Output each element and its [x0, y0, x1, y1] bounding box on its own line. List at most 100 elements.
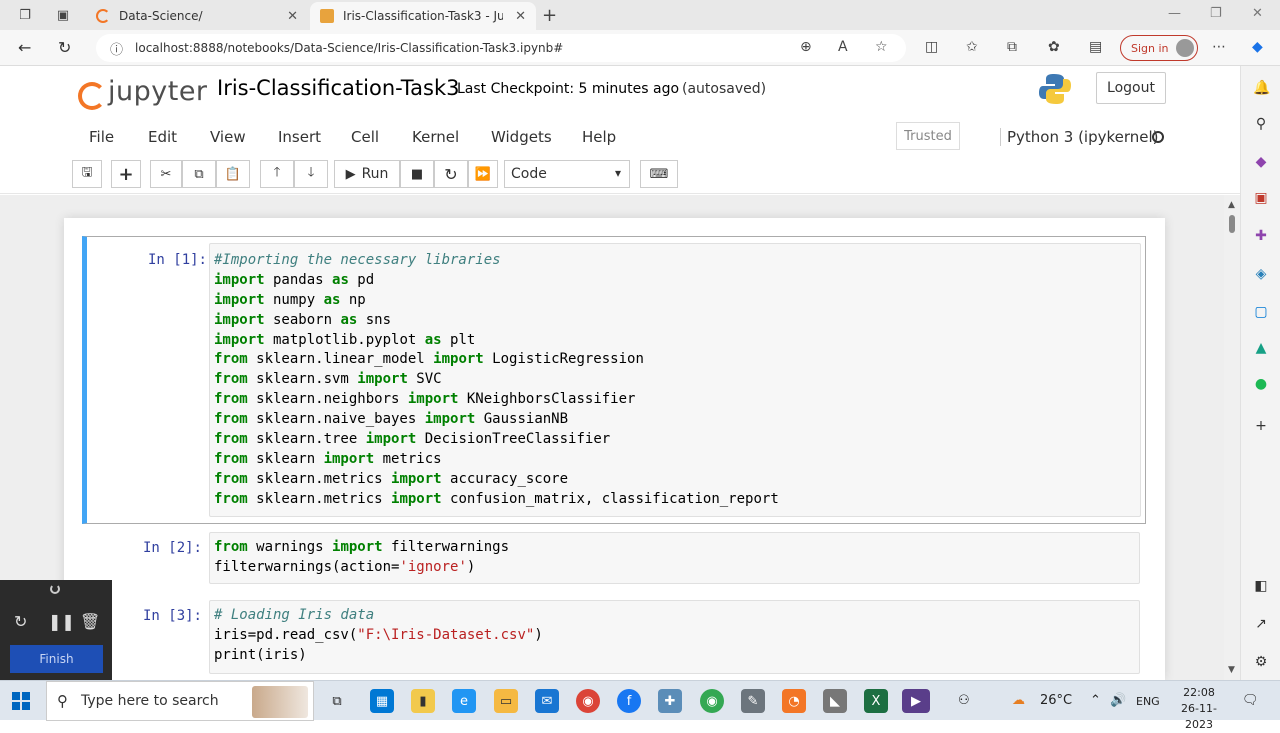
browser-essentials-icon[interactable]: ▤ — [1089, 39, 1102, 55]
code-cell-2[interactable]: In [2]: from warnings import filterwarni… — [82, 530, 1146, 586]
save-icon[interactable]: 🖫 — [72, 160, 102, 188]
minimize-icon[interactable]: — — [1168, 6, 1181, 21]
scroll-thumb[interactable] — [1229, 215, 1235, 233]
logout-button[interactable]: Logout — [1096, 72, 1166, 104]
more-options-icon[interactable]: ⋯ — [1212, 39, 1226, 55]
trash-icon[interactable]: 🗑 — [80, 612, 100, 631]
pause-icon[interactable]: ❚❚ — [48, 612, 75, 631]
page-scrollbar[interactable]: ▲ ▼ — [1224, 195, 1240, 680]
menu-file[interactable]: File — [89, 128, 114, 146]
jupyter-logo[interactable]: jupyter — [76, 74, 208, 110]
hide-sidebar-icon[interactable]: ◧ — [1253, 578, 1269, 594]
close-tab-icon[interactable]: ✕ — [515, 9, 526, 24]
move-up-icon[interactable]: 🡑 — [260, 160, 294, 188]
temperature-text[interactable]: 26°C — [1040, 693, 1072, 708]
scroll-up-icon[interactable]: ▲ — [1228, 200, 1235, 210]
collections-icon[interactable]: ⧉ — [1007, 39, 1017, 55]
paint-icon[interactable]: ✎ — [741, 689, 765, 713]
menu-view[interactable]: View — [210, 128, 246, 146]
move-down-icon[interactable]: 🡓 — [294, 160, 328, 188]
cell-input[interactable]: #Importing the necessary libraries import… — [209, 243, 1141, 517]
trusted-indicator[interactable]: Trusted — [896, 122, 960, 150]
search-icon[interactable]: ⚲ — [1253, 116, 1269, 132]
menu-insert[interactable]: Insert — [278, 128, 321, 146]
browser-tab-data-science[interactable]: Data-Science/ ✕ — [86, 2, 308, 30]
close-window-icon[interactable]: ✕ — [1252, 6, 1263, 21]
menu-kernel[interactable]: Kernel — [412, 128, 459, 146]
facebook-icon[interactable]: f — [617, 689, 641, 713]
copilot-icon[interactable]: ◆ — [1252, 39, 1263, 55]
file-explorer-icon[interactable]: ▭ — [494, 689, 518, 713]
tray-chevron-up-icon[interactable]: ⌃ — [1090, 693, 1101, 708]
excel-icon[interactable]: X — [864, 689, 888, 713]
chrome-profile-icon[interactable]: ◉ — [700, 689, 724, 713]
close-tab-icon[interactable]: ✕ — [287, 9, 298, 24]
site-info-icon[interactable]: ⓘ — [110, 39, 123, 58]
games-icon[interactable]: ✚ — [1253, 228, 1269, 244]
notebook-title[interactable]: Iris-Classification-Task3 — [217, 76, 459, 100]
back-icon[interactable]: ← — [18, 38, 31, 57]
bell-icon[interactable]: 🔔 — [1253, 80, 1270, 96]
menu-widgets[interactable]: Widgets — [491, 128, 552, 146]
task-view-icon[interactable]: ⧉ — [325, 689, 349, 713]
read-aloud-icon[interactable]: A — [838, 39, 848, 55]
favorites-icon[interactable]: ✩ — [966, 39, 978, 55]
new-tab-icon[interactable]: + — [542, 5, 557, 26]
spotify-icon[interactable]: ● — [1253, 376, 1269, 392]
copy-icon[interactable]: ⧉ — [182, 160, 216, 188]
edge-icon[interactable]: e — [452, 689, 476, 713]
speaker-icon[interactable]: 🔊 — [1110, 693, 1126, 708]
jupyter-taskbar-icon[interactable]: ◔ — [782, 689, 806, 713]
maximize-icon[interactable]: ❐ — [1210, 6, 1222, 21]
restart-icon[interactable]: ↻ — [434, 160, 468, 188]
restart-run-all-icon[interactable]: ⏩ — [468, 160, 498, 188]
settings-gear-icon[interactable]: ⚙ — [1253, 654, 1269, 670]
keyboard-shortcuts-icon[interactable]: ⌨ — [640, 160, 678, 188]
tab-actions-icon[interactable]: ▣ — [52, 4, 74, 26]
chrome-icon[interactable]: ◉ — [576, 689, 600, 713]
insert-cell-icon[interactable]: + — [111, 160, 141, 188]
people-icon[interactable]: ⚇ — [958, 693, 970, 708]
menu-help[interactable]: Help — [582, 128, 616, 146]
refresh-icon[interactable]: ↻ — [58, 38, 71, 57]
outlook-icon[interactable]: ▢ — [1253, 304, 1269, 320]
cell-input[interactable]: from warnings import filterwarnings filte… — [209, 532, 1140, 584]
browser-tab-iris[interactable]: Iris-Classification-Task3 - Jupyter ✕ — [310, 2, 536, 30]
mail-icon[interactable]: ✉ — [535, 689, 559, 713]
finish-button[interactable]: Finish — [10, 645, 103, 673]
url-input[interactable]: ⓘ localhost:8888/notebooks/Data-Science/… — [96, 34, 906, 62]
windows-start-icon[interactable] — [12, 692, 30, 710]
drop-icon[interactable]: ▲ — [1253, 340, 1269, 356]
scroll-down-icon[interactable]: ▼ — [1228, 665, 1235, 675]
code-cell-1[interactable]: In [1]: #Importing the necessary librari… — [82, 236, 1146, 524]
cell-input[interactable]: # Loading Iris data iris=pd.read_csv("F:\… — [209, 600, 1140, 674]
notes-icon[interactable]: ▮ — [411, 689, 435, 713]
code-cell-3[interactable]: In [3]: # Loading Iris data iris=pd.read_… — [82, 598, 1146, 678]
menu-cell[interactable]: Cell — [351, 128, 379, 146]
notifications-icon[interactable]: 🗨 — [1242, 693, 1259, 708]
language-indicator[interactable]: ENG — [1136, 695, 1160, 708]
sign-in-button[interactable]: Sign in — [1120, 35, 1198, 61]
paste-icon[interactable]: 📋 — [216, 160, 250, 188]
kernel-name[interactable]: Python 3 (ipykernel) — [1000, 128, 1159, 146]
microsoft365-icon[interactable]: ◈ — [1253, 266, 1269, 282]
cut-icon[interactable]: ✂ — [150, 160, 182, 188]
cell-type-select[interactable]: Code ▾ — [504, 160, 630, 188]
store-icon[interactable]: ▦ — [370, 689, 394, 713]
zoom-icon[interactable]: ⊕ — [800, 39, 812, 55]
taskbar-clock[interactable]: 22:08 26-11-2023 — [1176, 685, 1222, 733]
external-link-icon[interactable]: ↗ — [1253, 616, 1269, 632]
tag-icon[interactable]: ◆ — [1253, 154, 1269, 170]
screen-recorder-taskbar-icon[interactable]: ▶ — [902, 689, 930, 713]
app-icon[interactable]: ◣ — [823, 689, 847, 713]
run-button[interactable]: ▶ Run — [334, 160, 400, 188]
taskbar-search-input[interactable]: ⚲ Type here to search — [46, 681, 314, 721]
workspaces-icon[interactable]: ❐ — [14, 4, 36, 26]
menu-edit[interactable]: Edit — [148, 128, 177, 146]
weather-icon[interactable]: ☁ — [1012, 693, 1025, 708]
favorite-star-icon[interactable]: ☆ — [875, 39, 888, 55]
performance-icon[interactable]: ✿ — [1048, 39, 1060, 55]
interrupt-stop-icon[interactable]: ■ — [400, 160, 434, 188]
restart-recording-icon[interactable]: ↻ — [14, 612, 27, 631]
add-sidebar-app-icon[interactable]: + — [1253, 418, 1269, 434]
